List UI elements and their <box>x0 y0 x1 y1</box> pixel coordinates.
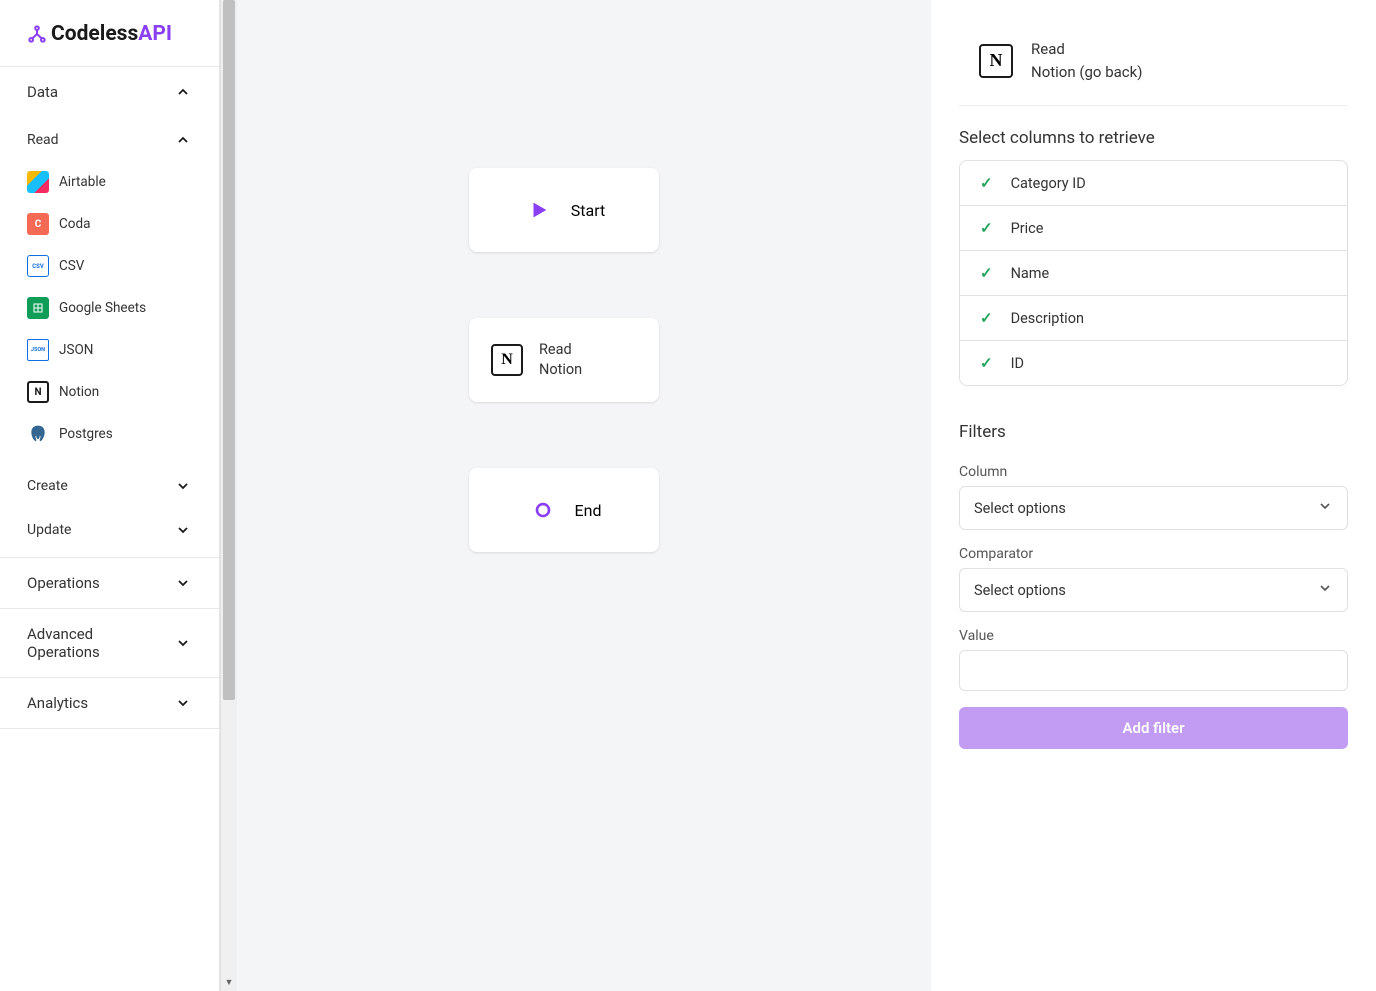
chevron-down-icon <box>1317 580 1333 600</box>
update-label: Update <box>27 522 71 538</box>
operations-header[interactable]: Operations <box>0 558 219 608</box>
data-label: Data <box>27 83 58 101</box>
panel-header-text: Read Notion (go back) <box>1031 38 1142 83</box>
columns-title: Select columns to retrieve <box>959 128 1348 148</box>
canvas-area: ▼ Start N Read Notion End <box>220 0 931 991</box>
column-item[interactable]: ✓ Price <box>960 206 1347 251</box>
source-notion[interactable]: N Notion <box>0 371 219 413</box>
source-list: Airtable C Coda CSV CSV Google Sheets JS… <box>0 161 219 463</box>
panel-header: N Read Notion (go back) <box>959 30 1348 106</box>
go-back-link[interactable]: Notion (go back) <box>1031 61 1142 84</box>
end-icon <box>527 494 559 526</box>
source-json[interactable]: JSON JSON <box>0 329 219 371</box>
data-header[interactable]: Data <box>0 67 219 117</box>
source-google-sheets[interactable]: Google Sheets <box>0 287 219 329</box>
analytics-label: Analytics <box>27 694 88 712</box>
notion-icon: N <box>27 381 49 403</box>
chevron-down-icon <box>174 694 192 712</box>
node-end[interactable]: End <box>469 468 659 552</box>
chevron-up-icon <box>174 83 192 101</box>
column-label: Name <box>1011 265 1050 282</box>
source-label: Airtable <box>59 174 106 190</box>
create-header[interactable]: Create <box>0 463 219 507</box>
source-csv[interactable]: CSV CSV <box>0 245 219 287</box>
value-filter-label: Value <box>959 628 1348 644</box>
analytics-header[interactable]: Analytics <box>0 678 219 728</box>
column-item[interactable]: ✓ Description <box>960 296 1347 341</box>
source-label: JSON <box>59 342 93 358</box>
read-label: Read <box>27 132 59 148</box>
node-read-notion[interactable]: N Read Notion <box>469 318 659 402</box>
select-placeholder: Select options <box>974 582 1066 599</box>
postgres-icon <box>27 423 49 445</box>
check-icon: ✓ <box>980 309 993 327</box>
source-label: Postgres <box>59 426 113 442</box>
scrollbar-thumb[interactable] <box>223 0 235 700</box>
column-filter-label: Column <box>959 464 1348 480</box>
add-filter-button[interactable]: Add filter <box>959 707 1348 749</box>
airtable-icon <box>27 171 49 193</box>
source-postgres[interactable]: Postgres <box>0 413 219 455</box>
source-label: Google Sheets <box>59 300 146 316</box>
coda-icon: C <box>27 213 49 235</box>
scrollbar-down-arrow[interactable]: ▼ <box>221 974 237 991</box>
source-label: Coda <box>59 216 90 232</box>
node-label: End <box>575 501 602 520</box>
notion-icon: N <box>491 344 523 376</box>
chevron-down-icon <box>174 634 192 652</box>
source-coda[interactable]: C Coda <box>0 203 219 245</box>
node-start[interactable]: Start <box>469 168 659 252</box>
advanced-header[interactable]: Advanced Operations <box>0 609 219 677</box>
column-label: Category ID <box>1011 175 1086 192</box>
json-icon: JSON <box>27 339 49 361</box>
play-icon <box>523 194 555 226</box>
logo-icon <box>27 24 47 44</box>
chevron-down-icon <box>174 521 192 539</box>
node-label: Read Notion <box>539 340 582 379</box>
update-header[interactable]: Update <box>0 507 219 557</box>
column-label: Description <box>1011 310 1084 327</box>
comparator-select[interactable]: Select options <box>959 568 1348 612</box>
source-airtable[interactable]: Airtable <box>0 161 219 203</box>
check-icon: ✓ <box>980 264 993 282</box>
filters-title: Filters <box>959 422 1348 442</box>
column-label: ID <box>1011 355 1024 372</box>
comparator-filter-label: Comparator <box>959 546 1348 562</box>
column-select[interactable]: Select options <box>959 486 1348 530</box>
workflow-canvas[interactable]: Start N Read Notion End <box>237 0 931 991</box>
sidebar: CodelessAPI Data Read Airtable C Coda CS… <box>0 0 220 991</box>
chevron-down-icon <box>174 477 192 495</box>
sheets-icon <box>27 297 49 319</box>
csv-icon: CSV <box>27 255 49 277</box>
column-item[interactable]: ✓ Category ID <box>960 161 1347 206</box>
column-item[interactable]: ✓ ID <box>960 341 1347 385</box>
operations-label: Operations <box>27 574 100 592</box>
advanced-label: Advanced Operations <box>27 625 147 661</box>
column-item[interactable]: ✓ Name <box>960 251 1347 296</box>
column-list: ✓ Category ID ✓ Price ✓ Name ✓ Descripti… <box>959 160 1348 386</box>
properties-panel: N Read Notion (go back) Select columns t… <box>931 0 1376 991</box>
chevron-up-icon <box>174 131 192 149</box>
source-label: Notion <box>59 384 99 400</box>
scrollbar-vertical[interactable]: ▼ <box>220 0 237 991</box>
logo-text: CodelessAPI <box>51 22 172 46</box>
check-icon: ✓ <box>980 219 993 237</box>
chevron-down-icon <box>1317 498 1333 518</box>
chevron-down-icon <box>174 574 192 592</box>
select-placeholder: Select options <box>974 500 1066 517</box>
data-section: Data Read Airtable C Coda CSV CSV Google… <box>0 67 219 557</box>
value-input[interactable] <box>959 650 1348 691</box>
logo[interactable]: CodelessAPI <box>0 0 219 67</box>
source-label: CSV <box>59 258 84 274</box>
node-label: Start <box>571 201 605 220</box>
create-label: Create <box>27 478 68 494</box>
check-icon: ✓ <box>980 174 993 192</box>
read-header[interactable]: Read <box>0 117 219 161</box>
column-label: Price <box>1011 220 1044 237</box>
check-icon: ✓ <box>980 354 993 372</box>
notion-icon: N <box>979 44 1013 78</box>
